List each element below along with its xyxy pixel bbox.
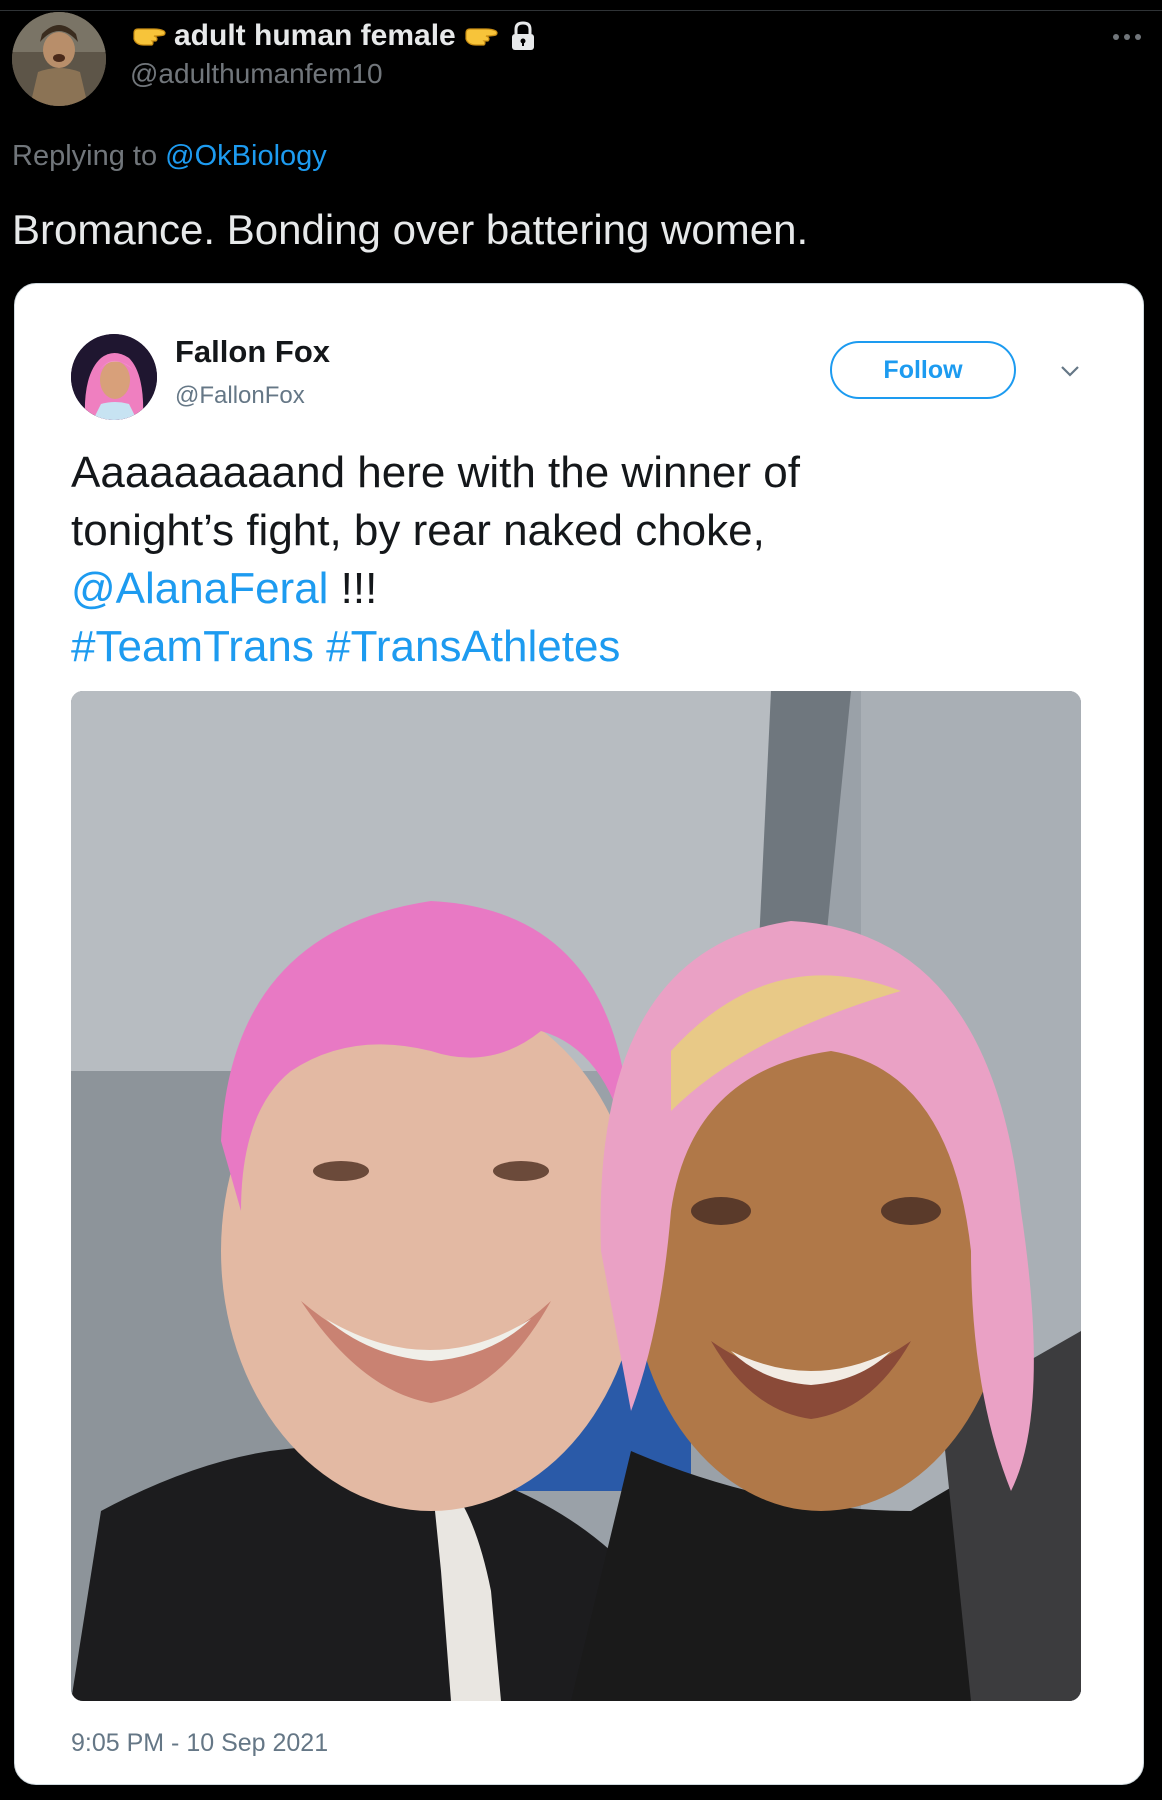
- reply-mention-link[interactable]: @OkBiology: [165, 140, 327, 172]
- replying-to: Replying to @OkBiology: [12, 140, 327, 173]
- embedded-tweet-screenshot: Fallon Fox @FallonFox Follow Aaaaaaaaand…: [14, 283, 1144, 1785]
- embedded-tweet-text: Aaaaaaaaand here with the winner of toni…: [71, 444, 800, 676]
- mention-suffix: !!!: [328, 564, 378, 613]
- author-name-row: adult human female: [130, 16, 540, 56]
- embedded-text-line: tonight’s fight, by rear naked choke,: [71, 506, 765, 555]
- hashtag-line: #TeamTrans #TransAthletes: [71, 618, 800, 676]
- embedded-avatar: [71, 334, 157, 420]
- embedded-text-line: Aaaaaaaaand here with the winner of: [71, 448, 800, 497]
- tweet-text: Bromance. Bonding over battering women.: [12, 206, 809, 253]
- embedded-timestamp: 9:05 PM - 10 Sep 2021: [71, 1729, 329, 1757]
- hashtag-link: #TransAthletes: [326, 622, 621, 671]
- embedded-handle: @FallonFox: [175, 382, 305, 409]
- embedded-text-line: @AlanaFeral !!!: [71, 560, 800, 618]
- avatar[interactable]: [12, 12, 106, 106]
- backhand-index-pointing-right-icon: [130, 17, 168, 55]
- author-display-name[interactable]: adult human female: [174, 19, 456, 53]
- embedded-display-name: Fallon Fox: [175, 334, 330, 369]
- more-horizontal-icon[interactable]: [1112, 18, 1142, 49]
- tweet-photo: [71, 691, 1081, 1701]
- author-handle[interactable]: @adulthumanfem10: [130, 58, 383, 90]
- backhand-index-pointing-right-icon: [462, 17, 500, 55]
- replying-to-label: Replying to: [12, 140, 158, 172]
- divider: [0, 10, 1162, 11]
- follow-button: Follow: [830, 341, 1016, 399]
- mention-link: @AlanaFeral: [71, 564, 329, 613]
- hashtag-link: #TeamTrans: [71, 622, 314, 671]
- chevron-down-icon: [1055, 356, 1085, 386]
- lock-icon: [506, 19, 540, 53]
